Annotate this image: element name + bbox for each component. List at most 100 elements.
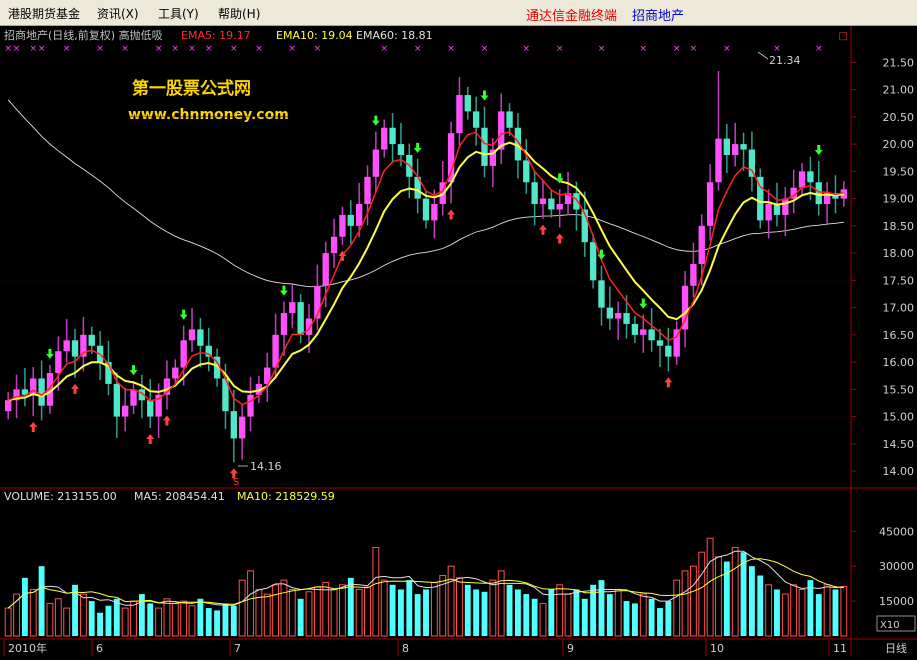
volume-bar-down bbox=[414, 594, 421, 636]
volume-bar-down bbox=[832, 589, 839, 636]
volume-bar-down bbox=[222, 603, 229, 636]
volume-bar-down bbox=[748, 566, 755, 636]
menu-item-news[interactable]: 资讯(X) bbox=[97, 5, 139, 22]
candle-body bbox=[71, 340, 79, 357]
stock-name: 招商地产 bbox=[632, 9, 685, 24]
signal-marker: × bbox=[289, 44, 297, 54]
signal-marker: × bbox=[447, 44, 455, 54]
volume-bar-down bbox=[807, 580, 814, 636]
candle-body bbox=[765, 204, 772, 221]
candle-body bbox=[5, 400, 12, 412]
candle-body bbox=[698, 225, 705, 264]
candle-body bbox=[556, 204, 563, 210]
candle-body bbox=[589, 242, 597, 281]
volume-ma10-label: MA10: 218529.59 bbox=[237, 490, 335, 503]
signal-marker: × bbox=[380, 44, 388, 54]
chart-area[interactable]: 招商地产(日线,前复权) 高抛低吸 EMA5: 19.17 EMA10: 19.… bbox=[0, 26, 917, 656]
candle-body bbox=[623, 313, 630, 324]
candle-body bbox=[339, 214, 346, 237]
signal-marker: × bbox=[188, 44, 196, 54]
candle-body bbox=[230, 411, 237, 439]
candle-body bbox=[247, 394, 254, 417]
menu-item-help[interactable]: 帮助(H) bbox=[218, 5, 260, 22]
candle-body bbox=[238, 416, 246, 439]
date-tick-label: 6 bbox=[96, 642, 103, 655]
watermark-title: 第一股票公式网 bbox=[132, 78, 251, 99]
price-tick-label: 19.00 bbox=[883, 193, 915, 206]
candle-body bbox=[573, 193, 580, 210]
volume-bar-down bbox=[197, 598, 204, 636]
volume-bar-down bbox=[423, 589, 429, 636]
candle-body bbox=[472, 111, 480, 128]
candle-body bbox=[648, 329, 655, 341]
candle-body bbox=[615, 313, 622, 319]
candle-body bbox=[172, 367, 179, 379]
volume-bar-down bbox=[740, 552, 747, 636]
price-tick-label: 15.50 bbox=[883, 383, 915, 396]
chart-canvas[interactable]: 招商地产(日线,前复权) 高抛低吸 EMA5: 19.17 EMA10: 19.… bbox=[0, 26, 917, 656]
maximize-icon[interactable]: □ bbox=[839, 31, 848, 42]
candle-body bbox=[121, 405, 129, 417]
candle-body bbox=[147, 400, 154, 417]
date-tick-label: 10 bbox=[710, 642, 724, 655]
signal-marker: × bbox=[723, 44, 731, 54]
price-tick-label: 21.00 bbox=[883, 84, 915, 97]
candle-body bbox=[289, 302, 296, 314]
volume-bar-down bbox=[113, 598, 120, 636]
candle-body bbox=[640, 329, 647, 335]
signal-marker: × bbox=[690, 44, 698, 54]
signal-marker: × bbox=[639, 44, 647, 54]
price-tick-label: 15.00 bbox=[883, 411, 915, 424]
signal-marker: × bbox=[314, 44, 322, 54]
price-tick-label: 17.50 bbox=[883, 274, 915, 287]
candle-body bbox=[422, 198, 430, 221]
volume-bar-down bbox=[573, 589, 580, 636]
price-tick-label: 17.00 bbox=[883, 302, 915, 315]
volume-bar-down bbox=[389, 584, 396, 636]
signal-marker: × bbox=[815, 44, 823, 54]
zoom-label: X10 bbox=[880, 620, 900, 631]
menu-item-tools[interactable]: 工具(Y) bbox=[158, 5, 199, 22]
candle-body bbox=[389, 127, 396, 145]
volume-bar-down bbox=[581, 598, 588, 636]
candle-body bbox=[531, 182, 538, 205]
price-tick-label: 14.50 bbox=[883, 438, 915, 451]
candle-body bbox=[665, 345, 672, 357]
candle-body bbox=[347, 214, 354, 226]
price-tick-label: 19.50 bbox=[883, 165, 915, 178]
volume-ma5-label: MA5: 208454.41 bbox=[134, 490, 225, 503]
period-label[interactable]: 日线 bbox=[885, 641, 907, 655]
candle-body bbox=[381, 127, 388, 150]
signal-marker: × bbox=[773, 44, 781, 54]
signal-marker: × bbox=[29, 44, 37, 54]
candle-body bbox=[447, 133, 455, 183]
volume-bar-down bbox=[398, 589, 404, 636]
volume-bar-down bbox=[105, 605, 112, 636]
candle-body bbox=[598, 280, 605, 308]
candle-body bbox=[748, 149, 756, 177]
volume-bar-down bbox=[473, 589, 480, 636]
menu-item-hk-futures-funds[interactable]: 港股期货基金 bbox=[8, 5, 80, 22]
signal-marker: × bbox=[523, 44, 531, 54]
ema10-label: EMA10: 19.04 bbox=[276, 29, 353, 42]
volume-bar-down bbox=[147, 603, 154, 636]
signal-marker: × bbox=[255, 44, 263, 54]
volume-bar-down bbox=[757, 575, 764, 636]
high-annotation: 21.34 bbox=[769, 54, 801, 67]
volume-tick-label: 30000 bbox=[879, 560, 914, 573]
candle-body bbox=[506, 111, 513, 128]
candle-body bbox=[180, 340, 187, 368]
price-tick-label: 20.00 bbox=[883, 138, 915, 151]
app-brand-title: 通达信金融终端 bbox=[526, 9, 618, 24]
volume-bar-down bbox=[598, 580, 605, 636]
candle-body bbox=[732, 144, 739, 155]
signal-marker: × bbox=[155, 44, 163, 54]
signal-marker: × bbox=[230, 44, 238, 54]
candle-body bbox=[498, 111, 505, 150]
candle-body bbox=[690, 264, 697, 286]
s-mark: S bbox=[233, 477, 239, 488]
volume-bar-down bbox=[815, 594, 822, 636]
volume-bar-down bbox=[506, 584, 513, 636]
candle-body bbox=[372, 149, 380, 177]
volume-bar-down bbox=[531, 598, 538, 636]
